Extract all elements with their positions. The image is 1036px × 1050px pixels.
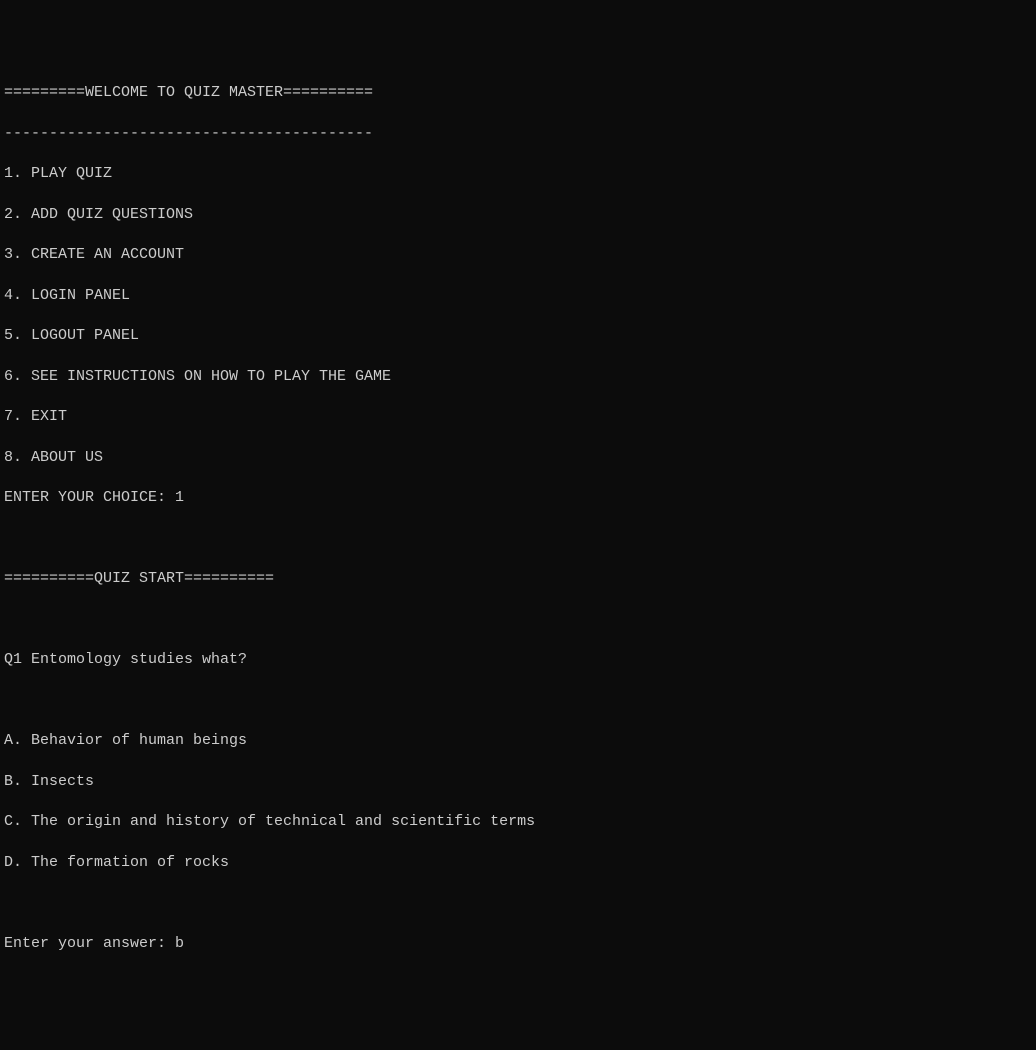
welcome-header: =========WELCOME TO QUIZ MASTER=========… — [4, 83, 1032, 103]
answer-prompt-line[interactable]: Enter your answer: b — [4, 934, 1032, 954]
answer-input-value[interactable]: b — [175, 935, 184, 952]
option-c: C. The origin and history of technical a… — [4, 812, 1032, 832]
menu-item-instructions: 6. SEE INSTRUCTIONS ON HOW TO PLAY THE G… — [4, 367, 1032, 387]
menu-item-about: 8. ABOUT US — [4, 448, 1032, 468]
menu-item-add: 2. ADD QUIZ QUESTIONS — [4, 205, 1032, 225]
menu-item-login: 4. LOGIN PANEL — [4, 286, 1032, 306]
option-a: A. Behavior of human beings — [4, 731, 1032, 751]
choice-prompt-label: ENTER YOUR CHOICE: — [4, 489, 175, 506]
choice-input-value[interactable]: 1 — [175, 489, 184, 506]
question-text: Q1 Entomology studies what? — [4, 650, 1032, 670]
blank-line-3 — [4, 691, 1032, 711]
option-b: B. Insects — [4, 772, 1032, 792]
menu-item-create-account: 3. CREATE AN ACCOUNT — [4, 245, 1032, 265]
menu-item-exit: 7. EXIT — [4, 407, 1032, 427]
blank-line-2 — [4, 610, 1032, 630]
choice-prompt-line[interactable]: ENTER YOUR CHOICE: 1 — [4, 488, 1032, 508]
blank-line-1 — [4, 529, 1032, 549]
menu-item-play: 1. PLAY QUIZ — [4, 164, 1032, 184]
menu-item-logout: 5. LOGOUT PANEL — [4, 326, 1032, 346]
option-d: D. The formation of rocks — [4, 853, 1032, 873]
quiz-start-header: ==========QUIZ START========== — [4, 569, 1032, 589]
divider-line: ----------------------------------------… — [4, 124, 1032, 144]
answer-prompt-label: Enter your answer: — [4, 935, 175, 952]
blank-line-4 — [4, 893, 1032, 913]
